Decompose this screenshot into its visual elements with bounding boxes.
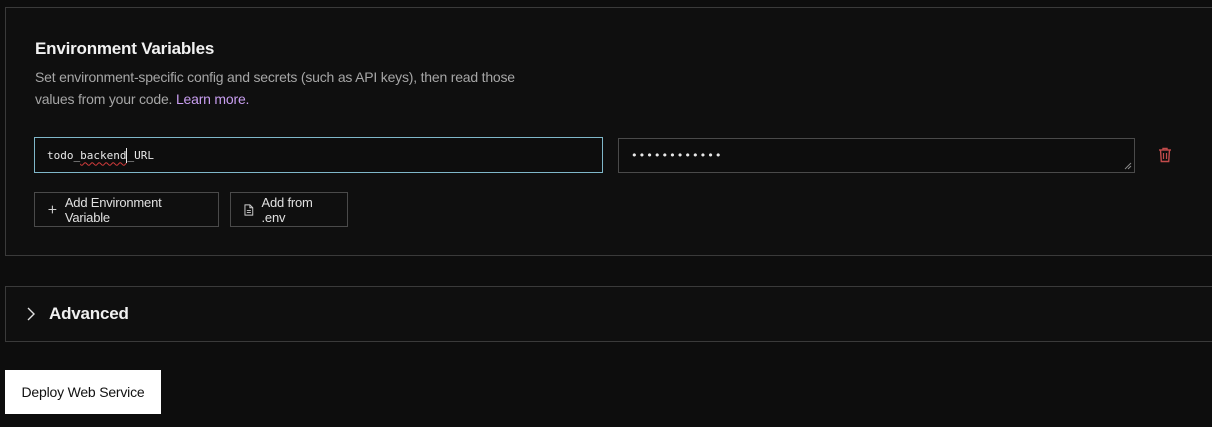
environment-variables-panel: Environment Variables Set environment-sp… xyxy=(5,7,1212,256)
advanced-section-toggle[interactable]: Advanced xyxy=(5,286,1212,342)
file-icon xyxy=(244,203,254,216)
add-environment-variable-button[interactable]: Add Environment Variable xyxy=(34,192,219,227)
section-description: Set environment-specific config and secr… xyxy=(35,66,555,110)
resize-grip-icon[interactable] xyxy=(1124,162,1132,170)
add-variable-label: Add Environment Variable xyxy=(64,194,162,225)
deploy-web-service-button[interactable]: Deploy Web Service xyxy=(5,370,161,414)
env-value-input[interactable]: •••••••••••• xyxy=(618,138,1135,173)
learn-more-link[interactable]: Learn more. xyxy=(176,91,249,107)
chevron-right-icon xyxy=(27,307,35,321)
add-from-env-label: Add from .env xyxy=(261,194,313,225)
key-input-value: todo_backend xyxy=(47,148,127,162)
key-input-value-tail: _URL xyxy=(127,148,154,162)
advanced-label: Advanced xyxy=(49,304,129,323)
value-input-masked: •••••••••••• xyxy=(631,149,723,162)
add-from-env-button[interactable]: Add from .env xyxy=(230,192,348,227)
description-text: Set environment-specific config and secr… xyxy=(35,69,515,107)
env-key-input[interactable]: todo_backend _URL xyxy=(34,137,603,173)
section-title: Environment Variables xyxy=(35,39,215,58)
plus-icon xyxy=(48,205,57,214)
trash-icon[interactable] xyxy=(1158,147,1172,163)
spellcheck-word: backend xyxy=(80,148,127,162)
